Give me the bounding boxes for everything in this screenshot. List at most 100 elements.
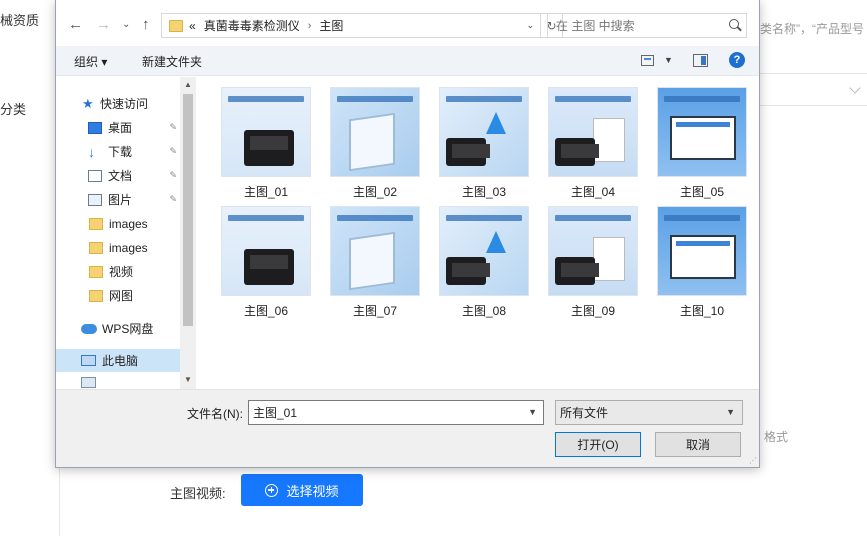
thumbnail-illustration — [670, 116, 736, 160]
search-input[interactable]: 在 主图 中搜索 — [547, 13, 747, 38]
nav-scrollbar[interactable]: ▲ ▼ — [180, 77, 196, 389]
thumbnail-caption-band — [664, 215, 740, 221]
chevron-down-icon[interactable]: ▼ — [726, 407, 735, 417]
folder-icon — [89, 217, 103, 230]
file-item[interactable]: 主图_09 — [546, 206, 640, 319]
nav-quick-access[interactable]: ★ 快速访问 — [56, 92, 181, 115]
thumbnail-illustration — [349, 231, 395, 291]
help-icon[interactable]: ? — [729, 52, 745, 68]
breadcrumb-overflow[interactable]: « — [189, 19, 196, 33]
thumbnail-illustration — [486, 231, 506, 253]
file-thumbnail — [657, 206, 747, 296]
thumbnail-illustration — [670, 235, 736, 279]
preview-pane-icon[interactable] — [693, 54, 708, 67]
document-icon — [88, 169, 102, 182]
folder-icon — [169, 19, 183, 32]
scrollbar-thumb[interactable] — [183, 94, 193, 326]
organize-menu[interactable]: 组织 ▾ — [74, 53, 107, 70]
open-button[interactable]: 打开(O) — [555, 432, 641, 457]
file-open-dialog: ← → ⌄ ↑ « 真菌毒毒素检测仪 › 主图 ⌄ ↻ 在 主图 中搜索 组织 … — [55, 0, 760, 468]
nav-label: WPS网盘 — [102, 322, 154, 336]
address-row: ← → ⌄ ↑ « 真菌毒毒素检测仪 › 主图 ⌄ ↻ 在 主图 中搜索 — [56, 0, 759, 46]
recent-locations-chevron-icon[interactable]: ⌄ — [122, 19, 130, 30]
file-list: 主图_01 主图_02 主图_03 主图_04 主图_05 主图_06 主图_07 主图_08… — [197, 77, 759, 389]
scroll-down-icon[interactable]: ▼ — [184, 375, 192, 384]
file-item[interactable]: 主图_01 — [219, 87, 313, 200]
select-video-button[interactable]: 选择视频 — [241, 474, 363, 506]
thumbnail-device — [555, 257, 599, 285]
breadcrumb-item[interactable]: 真菌毒毒素检测仪 — [204, 17, 300, 34]
filename-value: 主图_01 — [253, 406, 298, 420]
nav-desktop[interactable]: 桌面 ✎ — [56, 116, 181, 139]
thumbnail-illustration — [349, 112, 395, 172]
scroll-up-icon[interactable]: ▲ — [184, 80, 192, 89]
file-thumbnail — [221, 87, 311, 177]
view-options-icon[interactable] — [641, 55, 654, 66]
thumbnail-caption-band — [664, 96, 740, 102]
file-item[interactable]: 主图_08 — [437, 206, 531, 319]
file-name-label: 主图_01 — [243, 185, 289, 199]
thumbnail-illustration — [486, 112, 506, 134]
chevron-right-icon: › — [307, 19, 312, 32]
forward-arrow-icon[interactable]: → — [96, 16, 111, 33]
file-item[interactable]: 主图_05 — [655, 87, 749, 200]
nav-label: 下载 — [108, 145, 133, 159]
thumbnail-illustration — [244, 130, 294, 166]
chevron-down-icon[interactable]: ▼ — [528, 407, 537, 417]
nav-folder-images[interactable]: images — [56, 236, 181, 259]
file-item[interactable]: 主图_06 — [219, 206, 313, 319]
thumbnail-caption-band — [446, 96, 522, 102]
cloud-icon — [81, 323, 97, 334]
nav-pictures[interactable]: 图片 ✎ — [56, 188, 181, 211]
pin-icon: ✎ — [169, 122, 177, 132]
breadcrumb-item[interactable]: 主图 — [319, 17, 343, 34]
nav-folder-images[interactable]: images — [56, 212, 181, 235]
file-name-label: 主图_03 — [461, 185, 507, 199]
chevron-down-icon[interactable]: ⌄ — [526, 20, 534, 31]
nav-label: 图片 — [108, 193, 133, 207]
filename-input[interactable]: 主图_01 ▼ — [248, 400, 544, 425]
dialog-footer: 文件名(N): 主图_01 ▼ 所有文件 ▼ 打开(O) 取消 ⋰ — [56, 389, 759, 467]
nav-folder-web-images[interactable]: 网图 — [56, 284, 181, 307]
back-arrow-icon[interactable]: ← — [68, 16, 83, 33]
bg-hint-top: 类名称”，“产品型号 — [760, 22, 864, 36]
resize-grip-icon[interactable]: ⋰ — [749, 456, 757, 465]
chevron-down-icon[interactable] — [849, 82, 861, 94]
file-thumbnail — [221, 206, 311, 296]
nav-label: 快速访问 — [100, 97, 149, 111]
nav-folder-videos[interactable]: 视频 — [56, 260, 181, 283]
plus-circle-icon — [265, 483, 279, 497]
nav-label: 桌面 — [108, 121, 133, 135]
chevron-down-icon[interactable]: ▼ — [664, 55, 673, 65]
nav-label: 网图 — [109, 289, 134, 303]
thumbnail-device — [446, 138, 490, 166]
address-bar[interactable]: « 真菌毒毒素检测仪 › 主图 ⌄ — [161, 13, 541, 38]
video-label: 主图视频: — [170, 486, 226, 501]
up-arrow-icon[interactable]: ↑ — [142, 16, 150, 33]
file-item[interactable]: 主图_10 — [655, 206, 749, 319]
filetype-select[interactable]: 所有文件 ▼ — [555, 400, 743, 425]
nav-label: images — [109, 216, 148, 231]
file-thumbnail — [657, 87, 747, 177]
nav-documents[interactable]: 文档 ✎ — [56, 164, 181, 187]
file-item[interactable]: 主图_04 — [546, 87, 640, 200]
nav-label: 视频 — [109, 265, 134, 279]
file-name-label: 主图_05 — [679, 185, 725, 199]
thumbnail-caption-band — [337, 96, 413, 102]
bg-label-category: 分类 — [0, 102, 27, 117]
thumbnail-caption-band — [446, 215, 522, 221]
new-folder-button[interactable]: 新建文件夹 — [142, 53, 202, 70]
nav-this-pc[interactable]: 此电脑 — [56, 349, 181, 372]
file-item[interactable]: 主图_02 — [328, 87, 422, 200]
computer-icon — [81, 355, 96, 366]
file-item[interactable]: 主图_03 — [437, 87, 531, 200]
bg-divider — [760, 105, 867, 106]
filename-label: 文件名(N): — [187, 407, 243, 421]
nav-wps-drive[interactable]: WPS网盘 — [56, 317, 181, 340]
thumbnail-caption-band — [337, 215, 413, 221]
file-item[interactable]: 主图_07 — [328, 206, 422, 319]
file-name-label: 主图_10 — [679, 304, 725, 318]
nav-downloads[interactable]: ↓ 下载 ✎ — [56, 140, 181, 163]
thumbnail-caption-band — [228, 215, 304, 221]
cancel-button[interactable]: 取消 — [655, 432, 741, 457]
